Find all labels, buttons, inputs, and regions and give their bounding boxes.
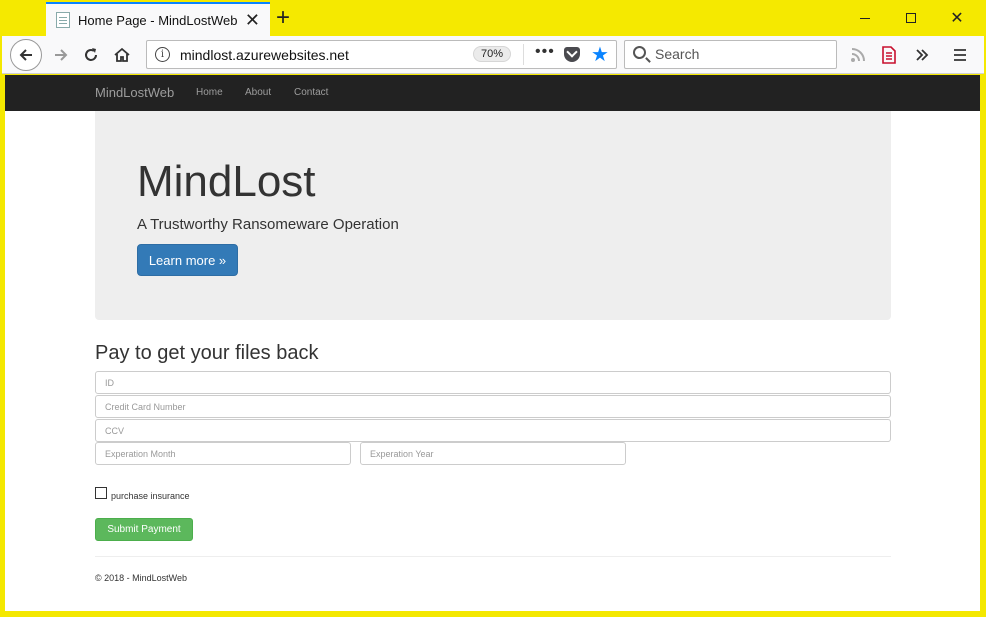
maximize-icon[interactable] (888, 0, 934, 36)
footer-text: © 2018 - MindLostWeb (95, 573, 188, 583)
submit-payment-button[interactable]: Submit Payment (95, 518, 193, 541)
reader-view-icon (882, 46, 896, 64)
minimize-icon[interactable] (842, 0, 888, 36)
nav-link-about[interactable]: About (245, 87, 271, 98)
overflow-button[interactable] (909, 42, 935, 68)
nav-link-contact[interactable]: Contact (294, 87, 328, 98)
browser-tab[interactable]: Home Page - MindLostWeb ✕ (46, 2, 270, 36)
hero-jumbotron: MindLost A Trustworthy Ransomeware Opera… (95, 111, 891, 320)
new-tab-icon[interactable]: + (276, 6, 290, 30)
page-icon (56, 12, 70, 28)
learn-more-button[interactable]: Learn more » (137, 244, 238, 276)
search-input[interactable] (655, 46, 825, 62)
ccv-input[interactable] (96, 420, 890, 441)
payment-heading: Pay to get your files back (95, 342, 319, 364)
address-bar[interactable]: i mindlost.azurewebsites.net 70% ••• ★ (146, 40, 617, 69)
bookmark-star-icon[interactable]: ★ (591, 42, 609, 67)
browser-toolbar: i mindlost.azurewebsites.net 70% ••• ★ (2, 36, 984, 74)
forward-arrow-icon (55, 49, 68, 61)
forward-button[interactable] (48, 42, 74, 68)
expiration-month-input[interactable] (96, 443, 350, 464)
menu-button[interactable] (947, 42, 973, 68)
page-actions-icon[interactable]: ••• (535, 43, 555, 61)
reader-button[interactable] (876, 42, 902, 68)
site-info-icon[interactable]: i (155, 47, 170, 62)
tab-title: Home Page - MindLostWeb (78, 12, 238, 28)
site-brand-link[interactable]: MindLostWeb (95, 85, 174, 100)
home-button[interactable] (109, 42, 135, 68)
id-input[interactable] (96, 372, 890, 393)
reload-icon (85, 48, 97, 61)
url-text[interactable]: mindlost.azurewebsites.net (180, 47, 349, 63)
pocket-icon[interactable] (564, 47, 580, 62)
reload-button[interactable] (78, 42, 104, 68)
close-tab-icon[interactable]: ✕ (245, 11, 260, 29)
chevron-right-double-icon (916, 49, 929, 61)
hamburger-menu-icon (954, 49, 966, 61)
id-field-wrapper (95, 371, 891, 394)
rss-icon (851, 48, 865, 62)
search-bar[interactable] (624, 40, 837, 69)
credit-card-input[interactable] (96, 396, 890, 417)
zoom-badge[interactable]: 70% (473, 46, 512, 62)
back-arrow-icon (19, 49, 32, 61)
insurance-checkbox[interactable] (95, 487, 107, 499)
card-field-wrapper (95, 395, 891, 418)
close-window-icon[interactable]: ✕ (934, 0, 980, 36)
site-navbar: MindLostWeb Home About Contact (5, 75, 980, 111)
web-page: MindLostWeb Home About Contact MindLost … (5, 75, 980, 611)
expiration-year-input[interactable] (361, 443, 625, 464)
hero-title: MindLost (137, 157, 316, 206)
back-button[interactable] (10, 39, 42, 71)
search-icon (633, 46, 646, 59)
ccv-field-wrapper (95, 419, 891, 442)
insurance-label: purchase insurance (111, 491, 190, 501)
footer-divider (95, 556, 891, 557)
year-field-wrapper (360, 442, 626, 465)
title-bar: Home Page - MindLostWeb ✕ + ✕ (0, 0, 986, 36)
hero-lead: A Trustworthy Ransomeware Operation (137, 216, 399, 233)
month-field-wrapper (95, 442, 351, 465)
nav-link-home[interactable]: Home (196, 87, 223, 98)
rss-button[interactable] (845, 42, 871, 68)
url-separator (523, 44, 524, 65)
home-icon (114, 47, 130, 62)
